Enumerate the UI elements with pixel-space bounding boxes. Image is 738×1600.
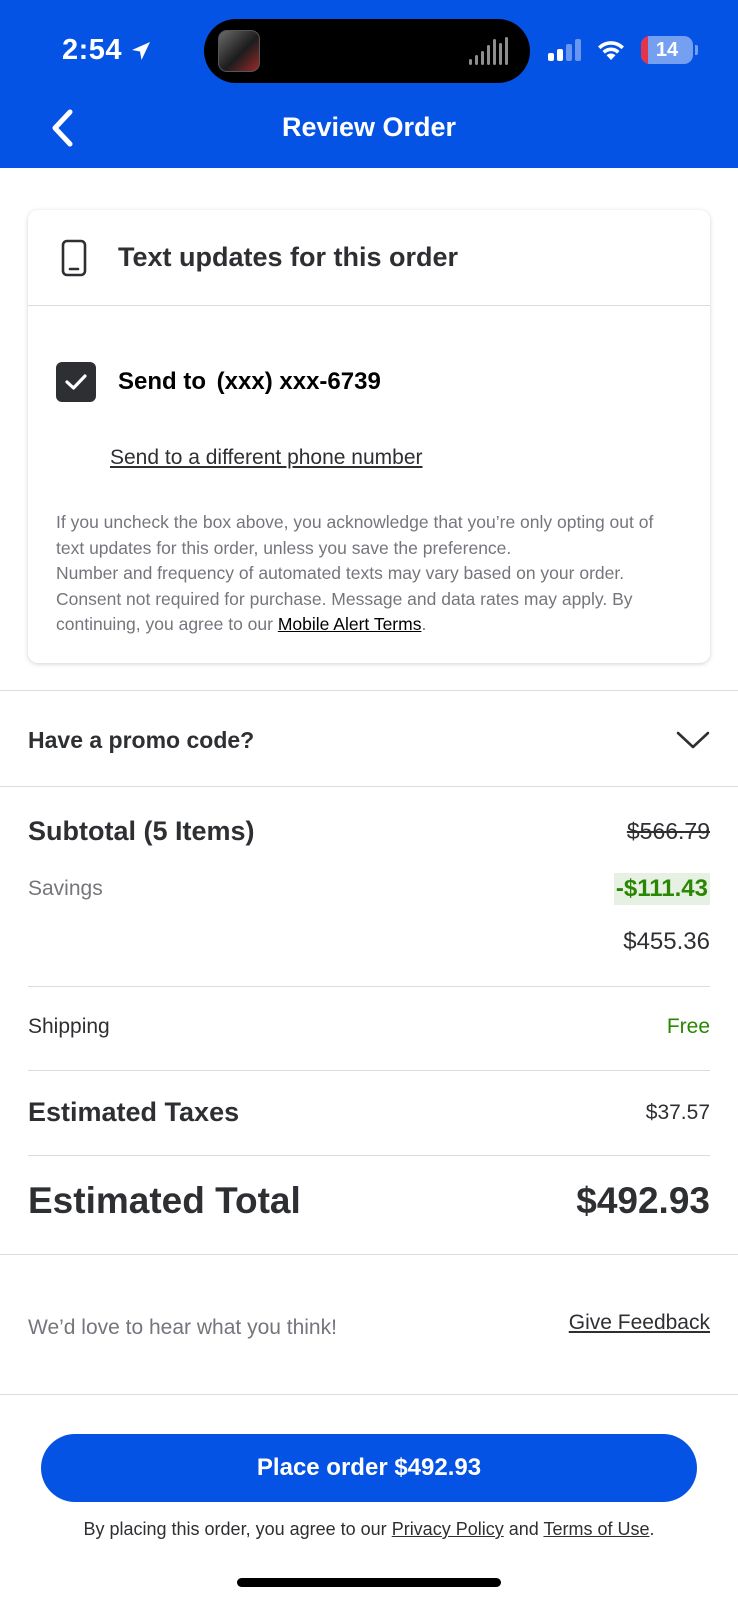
text-updates-title: Text updates for this order	[118, 242, 459, 272]
battery-percent: 14	[655, 38, 679, 61]
subtotal-label: Subtotal (5 Items)	[28, 816, 255, 846]
text-updates-card: Text updates for this order Send to (xxx…	[28, 210, 710, 663]
different-phone-link[interactable]: Send to a different phone number	[110, 446, 423, 470]
send-to-row: Send to (xxx) xxx-6739	[56, 362, 381, 402]
taxes-label: Estimated Taxes	[28, 1097, 240, 1127]
give-feedback-link[interactable]: Give Feedback	[569, 1311, 710, 1335]
taxes-value: $37.57	[645, 1100, 710, 1124]
shipping-value: Free	[666, 1015, 710, 1038]
section-divider	[0, 1394, 738, 1395]
place-order-button[interactable]: Place order $492.93	[41, 1434, 697, 1502]
promo-code-toggle[interactable]: Have a promo code?	[0, 692, 738, 788]
battery-indicator: 14	[641, 36, 698, 64]
feedback-prompt: We’d love to hear what you think!	[28, 1316, 337, 1339]
summary-divider	[28, 986, 710, 987]
shipping-row: Shipping Free	[28, 1015, 710, 1039]
promo-code-label: Have a promo code?	[28, 726, 255, 753]
status-icons: 14	[548, 36, 698, 64]
disclaimer-suffix: .	[421, 614, 427, 634]
subtotal-after-savings: $455.36	[623, 928, 710, 955]
wifi-icon	[598, 41, 624, 60]
savings-value: -$111.43	[613, 873, 710, 905]
battery-fill	[641, 36, 649, 64]
home-indicator[interactable]	[237, 1578, 501, 1587]
app-header: 2:54 14 Review Order	[0, 0, 738, 168]
page-title: Review Order	[281, 112, 457, 142]
section-divider	[0, 1254, 738, 1255]
estimated-total-label: Estimated Total	[28, 1180, 301, 1221]
dynamic-island	[204, 19, 530, 83]
shipping-label: Shipping	[28, 1015, 110, 1038]
location-arrow-icon	[132, 41, 151, 60]
terms-of-use-link[interactable]: Terms of Use	[543, 1519, 649, 1539]
text-updates-header: Text updates for this order	[28, 210, 710, 306]
legal-prefix: By placing this order, you agree to our	[83, 1519, 387, 1539]
now-playing-artwork	[218, 30, 260, 72]
subtotal-row: Subtotal (5 Items) $566.79	[28, 816, 710, 847]
legal-and: and	[508, 1519, 539, 1539]
cellular-signal-icon	[548, 39, 581, 61]
disclaimer-text-1: If you uncheck the box above, you acknow…	[56, 512, 654, 558]
text-updates-disclaimer: If you uncheck the box above, you acknow…	[56, 510, 686, 638]
send-to-label: Send to (xxx) xxx-6739	[118, 368, 381, 396]
section-divider	[0, 786, 738, 787]
section-divider	[0, 690, 738, 691]
privacy-policy-link[interactable]: Privacy Policy	[392, 1519, 504, 1539]
status-bar-time: 2:54	[62, 34, 152, 67]
checkmark-icon	[65, 374, 87, 390]
legal-suffix: .	[649, 1519, 655, 1539]
status-time-text: 2:54	[62, 34, 123, 66]
subtotal-after-row: $455.36	[28, 928, 710, 956]
mobile-alert-terms-link[interactable]: Mobile Alert Terms	[278, 614, 422, 634]
taxes-row: Estimated Taxes $37.57	[28, 1097, 710, 1128]
phone-icon	[61, 239, 87, 276]
savings-label: Savings	[28, 877, 103, 900]
total-row: Estimated Total $492.93	[28, 1180, 710, 1222]
summary-divider	[28, 1070, 710, 1071]
battery-nub	[695, 45, 698, 55]
battery-icon: 14	[641, 36, 693, 64]
legal-notice: By placing this order, you agree to our …	[0, 1519, 738, 1540]
summary-divider	[28, 1155, 710, 1156]
estimated-total-value: $492.93	[576, 1180, 710, 1221]
chevron-down-icon	[676, 731, 710, 749]
send-to-prefix: Send to	[118, 368, 206, 395]
subtotal-original-price: $566.79	[626, 818, 710, 844]
send-to-checkbox[interactable]	[56, 362, 96, 402]
savings-row: Savings -$111.43	[28, 873, 710, 905]
audio-waveform-icon	[469, 37, 508, 65]
send-to-phone: (xxx) xxx-6739	[216, 368, 381, 395]
